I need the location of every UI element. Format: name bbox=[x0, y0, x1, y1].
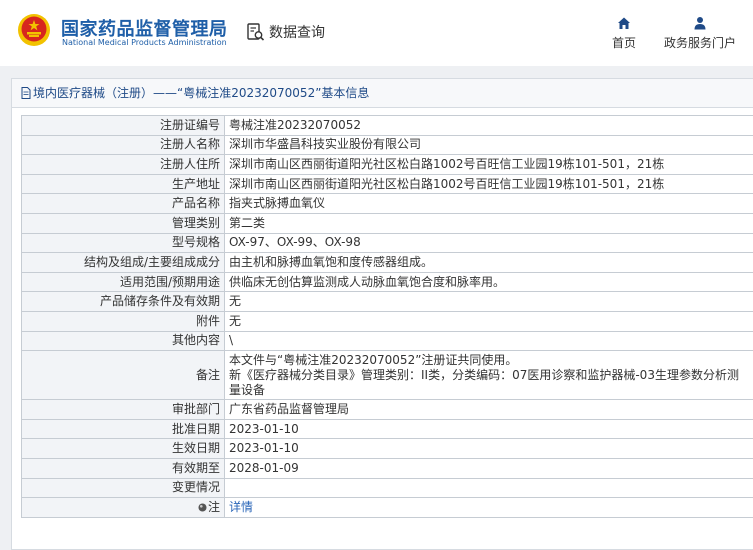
data-query-link[interactable]: 数据查询 bbox=[246, 21, 325, 43]
field-value: \ bbox=[224, 330, 753, 352]
field-label: 有效期至 bbox=[21, 457, 225, 479]
field-label: 其他内容 bbox=[21, 330, 225, 352]
field-label: 注册人住所 bbox=[21, 154, 225, 175]
remarks-line: 量设备 bbox=[229, 382, 266, 397]
table-row: 管理类别 第二类 bbox=[21, 212, 753, 234]
field-label: 结构及组成/主要组成成分 bbox=[21, 252, 225, 273]
table-row: 注册人住所 深圳市南山区西丽街道阳光社区松白路1002号百旺信工业园19栋101-… bbox=[21, 154, 753, 175]
document-icon bbox=[21, 87, 31, 99]
field-value: 第二类 bbox=[224, 212, 753, 234]
field-value: 广东省药品监督管理局 bbox=[224, 399, 753, 420]
field-value: 2028-01-09 bbox=[224, 457, 753, 479]
field-label: 变更情况 bbox=[21, 477, 225, 499]
field-value: 深圳市南山区西丽街道阳光社区松白路1002号百旺信工业园19栋101-501，2… bbox=[224, 154, 753, 175]
table-row: 批准日期 2023-01-10 bbox=[21, 418, 753, 440]
field-value: 深圳市南山区西丽街道阳光社区松白路1002号百旺信工业园19栋101-501，2… bbox=[224, 173, 753, 195]
field-label: 审批部门 bbox=[21, 399, 225, 420]
note-label: 注 bbox=[207, 499, 220, 514]
table-row: 适用范围/预期用途 供临床无创估算监测成人动脉血氧饱合度和脉率用。 bbox=[21, 271, 753, 293]
field-label: 产品名称 bbox=[21, 193, 225, 214]
field-label: 附件 bbox=[21, 310, 225, 332]
table-row: 生产地址 深圳市南山区西丽街道阳光社区松白路1002号百旺信工业园19栋101-5… bbox=[21, 173, 753, 195]
user-icon bbox=[694, 17, 706, 30]
data-query-label: 数据查询 bbox=[269, 25, 325, 41]
field-value: 指夹式脉搏血氧仪 bbox=[224, 193, 753, 214]
pin-icon bbox=[198, 503, 207, 512]
field-value: 供临床无创估算监测成人动脉血氧饱合度和脉率用。 bbox=[224, 271, 753, 293]
table-row: 其他内容 \ bbox=[21, 330, 753, 352]
nav-government-services[interactable]: 政务服务门户 bbox=[660, 16, 740, 51]
panel-title: 境内医疗器械（注册）——“粤械注准20232070052”基本信息 bbox=[12, 79, 753, 108]
home-icon bbox=[618, 17, 630, 29]
details-link[interactable]: 详情 bbox=[229, 500, 253, 514]
table-row: 结构及组成/主要组成成分 由主机和脉搏血氧饱和度传感器组成。 bbox=[21, 252, 753, 273]
nav-home[interactable]: 首页 bbox=[606, 16, 642, 51]
table-row: 产品名称 指夹式脉搏血氧仪 bbox=[21, 193, 753, 214]
table-row: 审批部门 广东省药品监督管理局 bbox=[21, 399, 753, 420]
table-row: 型号规格 OX-97、OX-99、OX-98 bbox=[21, 232, 753, 254]
table-row: 备注 本文件与“粤械注准20232070052”注册证共同使用。 新《医疗器械分… bbox=[21, 350, 753, 401]
national-emblem-icon[interactable] bbox=[17, 12, 51, 48]
remarks-value: 本文件与“粤械注准20232070052”注册证共同使用。 新《医疗器械分类目录… bbox=[224, 350, 753, 401]
field-value: 深圳市华盛昌科技实业股份有限公司 bbox=[224, 134, 753, 156]
field-value: 2023-01-10 bbox=[224, 438, 753, 459]
table-row: 注册人名称 深圳市华盛昌科技实业股份有限公司 bbox=[21, 134, 753, 156]
table-row: 生效日期 2023-01-10 bbox=[21, 438, 753, 459]
field-label: 批准日期 bbox=[21, 418, 225, 440]
site-subtitle: National Medical Products Administration bbox=[62, 38, 227, 47]
nav-home-label: 首页 bbox=[611, 36, 636, 50]
field-label: 生效日期 bbox=[21, 438, 225, 459]
remarks-line: 本文件与“粤械注准20232070052”注册证共同使用。 bbox=[229, 352, 518, 367]
document-search-icon bbox=[247, 23, 265, 41]
table-row: 有效期至 2028-01-09 bbox=[21, 457, 753, 479]
field-label: 注 bbox=[21, 497, 225, 518]
field-label: 注册人名称 bbox=[21, 134, 225, 156]
field-label: 生产地址 bbox=[21, 173, 225, 195]
field-value: 无 bbox=[224, 310, 753, 332]
field-label: 产品储存条件及有效期 bbox=[21, 291, 225, 312]
basic-info-table: 注册证编号 粤械注准20232070052 注册人名称 深圳市华盛昌科技实业股份有限… bbox=[21, 115, 753, 518]
table-row: 产品储存条件及有效期无 bbox=[21, 291, 753, 312]
field-value bbox=[224, 477, 753, 499]
field-value: 无 bbox=[224, 291, 753, 312]
field-label: 备注 bbox=[21, 350, 225, 401]
field-label: 管理类别 bbox=[21, 212, 225, 234]
field-value: 详情 bbox=[224, 497, 753, 518]
field-value: 2023-01-10 bbox=[224, 418, 753, 440]
field-label: 型号规格 bbox=[21, 232, 225, 254]
site-header: 国家药品监督管理局 National Medical Products Admi… bbox=[0, 0, 753, 66]
field-value: OX-97、OX-99、OX-98 bbox=[224, 232, 753, 254]
field-label: 适用范围/预期用途 bbox=[21, 271, 225, 293]
table-row: 变更情况 bbox=[21, 477, 753, 499]
field-value: 粤械注准20232070052 bbox=[224, 115, 753, 136]
table-row: 附件无 bbox=[21, 310, 753, 332]
remarks-line: 新《医疗器械分类目录》管理类别：II类，分类编码：07医用诊察和监护器械-03生… bbox=[229, 367, 739, 382]
table-row: 注 详情 bbox=[21, 497, 753, 518]
field-value: 由主机和脉搏血氧饱和度传感器组成。 bbox=[224, 252, 753, 273]
info-panel: 境内医疗器械（注册）——“粤械注准20232070052”基本信息 注册证编号粤… bbox=[11, 78, 753, 550]
field-label: 注册证编号 bbox=[21, 115, 225, 136]
panel-title-text: 境内医疗器械（注册）——“粤械注准20232070052”基本信息 bbox=[33, 86, 370, 100]
nav-government-services-label: 政务服务门户 bbox=[663, 36, 736, 50]
table-row: 注册证编号 粤械注准20232070052 bbox=[21, 115, 753, 136]
